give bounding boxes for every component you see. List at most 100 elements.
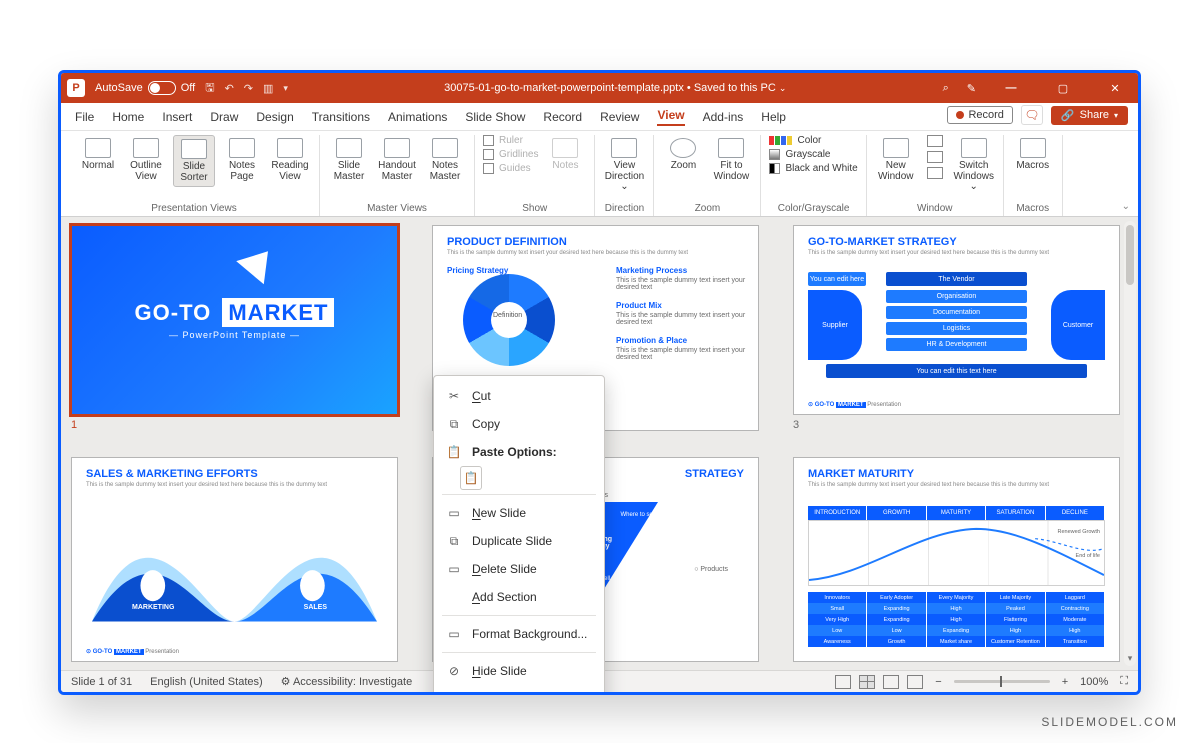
ctx-delete-slide[interactable]: ▭Delete Slide bbox=[434, 555, 604, 583]
slide-master-button[interactable]: Slide Master bbox=[328, 135, 370, 185]
zoom-slider[interactable] bbox=[954, 680, 1050, 683]
ctx-hide-slide[interactable]: ⊘Hide Slide bbox=[434, 657, 604, 685]
status-slide-count: Slide 1 of 31 bbox=[71, 676, 132, 688]
context-menu: ✂CuCutt ⧉Copy 📋Paste Options: 📋 ▭New Sli… bbox=[433, 375, 605, 695]
zoom-out-icon[interactable]: − bbox=[935, 676, 941, 688]
undo-icon[interactable]: ↶ bbox=[225, 82, 234, 95]
fit-to-window-icon[interactable]: ⛶ bbox=[1120, 675, 1128, 688]
color-button[interactable]: Color bbox=[769, 135, 857, 146]
ctx-new-slide[interactable]: ▭New Slide bbox=[434, 499, 604, 527]
tab-design[interactable]: Design bbox=[256, 110, 293, 124]
move-split-icon[interactable] bbox=[927, 167, 943, 179]
clipboard-icon: 📋 bbox=[446, 444, 462, 460]
normal-view-button[interactable]: Normal bbox=[77, 135, 119, 175]
search-icon[interactable]: ⌕ bbox=[943, 82, 949, 95]
ctx-format-background[interactable]: ▭Format Background... bbox=[434, 620, 604, 648]
window-title: 30075-01-go-to-market-powerpoint-templat… bbox=[298, 82, 933, 94]
slide-thumbnail-1[interactable]: GO-TO MARKET — PowerPoint Template — bbox=[71, 225, 398, 415]
tab-view[interactable]: View bbox=[657, 108, 684, 126]
ctx-cut[interactable]: ✂CuCutt bbox=[434, 382, 604, 410]
redo-icon[interactable]: ↷ bbox=[244, 82, 253, 95]
guides-checkbox[interactable]: Guides bbox=[483, 163, 538, 174]
ctx-add-section[interactable]: Add Section bbox=[434, 583, 604, 611]
tab-animations[interactable]: Animations bbox=[388, 110, 447, 124]
handout-master-button[interactable]: Handout Master bbox=[376, 135, 418, 185]
ctx-paste-button[interactable]: 📋 bbox=[460, 466, 482, 490]
macros-button[interactable]: Macros bbox=[1012, 135, 1054, 175]
group-window: New Window Switch Windows ⌄ Window bbox=[867, 135, 1004, 216]
comments-button[interactable]: 🗨 bbox=[1021, 105, 1043, 125]
cursor-arrow-icon bbox=[236, 240, 282, 285]
scissors-icon: ✂ bbox=[446, 388, 462, 404]
zoom-in-icon[interactable]: + bbox=[1062, 676, 1068, 688]
vertical-scrollbar[interactable]: ▾ bbox=[1124, 221, 1136, 666]
tab-slideshow[interactable]: Slide Show bbox=[465, 110, 525, 124]
group-presentation-views: Normal Outline View Slide Sorter Notes P… bbox=[69, 135, 320, 216]
arrange-all-icon[interactable] bbox=[927, 135, 943, 147]
tab-file[interactable]: File bbox=[75, 110, 94, 124]
tab-review[interactable]: Review bbox=[600, 110, 639, 124]
group-master-views: Slide Master Handout Master Notes Master… bbox=[320, 135, 475, 216]
slideshow-view-icon[interactable] bbox=[907, 675, 923, 689]
maximize-button[interactable]: ▢ bbox=[1046, 82, 1080, 95]
group-macros: Macros Macros bbox=[1004, 135, 1063, 216]
group-color-grayscale: Color Grayscale Black and White Color/Gr… bbox=[761, 135, 866, 216]
powerpoint-icon: P bbox=[67, 79, 85, 97]
sorter-view-icon[interactable] bbox=[859, 675, 875, 689]
slide-thumbnail-6[interactable]: MARKET MATURITY This is the sample dummy… bbox=[793, 457, 1120, 663]
slide-thumbnail-4[interactable]: SALES & MARKETING EFFORTS This is the sa… bbox=[71, 457, 398, 663]
status-accessibility[interactable]: ⚙ Accessibility: Investigate bbox=[281, 675, 413, 688]
view-direction-button[interactable]: View Direction ⌄ bbox=[603, 135, 645, 196]
grayscale-button[interactable]: Grayscale bbox=[769, 149, 857, 160]
new-window-button[interactable]: New Window bbox=[875, 135, 917, 185]
tab-record[interactable]: Record bbox=[543, 110, 582, 124]
qat-dropdown-icon[interactable]: ▾ bbox=[283, 83, 288, 94]
fit-to-window-button[interactable]: Fit to Window bbox=[710, 135, 752, 185]
tab-draw[interactable]: Draw bbox=[210, 110, 238, 124]
outline-view-button[interactable]: Outline View bbox=[125, 135, 167, 185]
tab-transitions[interactable]: Transitions bbox=[312, 110, 370, 124]
new-slide-icon: ▭ bbox=[446, 505, 462, 521]
tab-addins[interactable]: Add-ins bbox=[703, 110, 744, 124]
ctx-copy[interactable]: ⧉Copy bbox=[434, 410, 604, 438]
notes-master-button[interactable]: Notes Master bbox=[424, 135, 466, 185]
title-bar: P AutoSave Off 🖫 ↶ ↷ ▥ ▾ 30075-01-go-to-… bbox=[61, 73, 1138, 103]
group-show: Ruler Gridlines Guides Notes Show bbox=[475, 135, 595, 216]
reading-view-button[interactable]: Reading View bbox=[269, 135, 311, 185]
autosave-toggle[interactable]: AutoSave Off bbox=[95, 81, 195, 95]
record-button[interactable]: Record bbox=[947, 106, 1012, 124]
ctx-link-to-slide[interactable]: 🔗Link to this Slide bbox=[434, 685, 604, 695]
pen-icon[interactable]: ✎ bbox=[967, 82, 976, 95]
ribbon: Normal Outline View Slide Sorter Notes P… bbox=[61, 131, 1138, 217]
notes-button[interactable]: Notes bbox=[544, 135, 586, 175]
reading-view-icon[interactable] bbox=[883, 675, 899, 689]
group-direction: View Direction ⌄ Direction bbox=[595, 135, 654, 216]
tab-home[interactable]: Home bbox=[112, 110, 144, 124]
cascade-icon[interactable] bbox=[927, 151, 943, 163]
ctx-duplicate-slide[interactable]: ⧉Duplicate Slide bbox=[434, 527, 604, 555]
slide-thumbnail-3[interactable]: GO-TO-MARKET STRATEGY This is the sample… bbox=[793, 225, 1120, 415]
status-language[interactable]: English (United States) bbox=[150, 676, 263, 688]
gridlines-checkbox[interactable]: Gridlines bbox=[483, 149, 538, 160]
save-icon[interactable]: 🖫 bbox=[205, 79, 214, 98]
collapse-ribbon-icon[interactable]: ⌄ bbox=[1122, 135, 1130, 216]
from-beginning-icon[interactable]: ▥ bbox=[263, 82, 273, 95]
minimize-button[interactable]: — bbox=[994, 82, 1028, 94]
slide-number-3: 3 bbox=[793, 419, 1120, 431]
close-button[interactable]: ✕ bbox=[1098, 82, 1132, 95]
zoom-level[interactable]: 100% bbox=[1080, 676, 1108, 688]
share-button[interactable]: 🔗 Share ▾ bbox=[1051, 106, 1128, 125]
ruler-checkbox[interactable]: Ruler bbox=[483, 135, 538, 146]
tab-help[interactable]: Help bbox=[761, 110, 786, 124]
link-icon: 🔗 bbox=[446, 691, 462, 695]
blackwhite-button[interactable]: Black and White bbox=[769, 163, 857, 174]
tab-insert[interactable]: Insert bbox=[162, 110, 192, 124]
format-bg-icon: ▭ bbox=[446, 626, 462, 642]
switch-windows-button[interactable]: Switch Windows ⌄ bbox=[953, 135, 995, 196]
scroll-down-icon[interactable]: ▾ bbox=[1124, 653, 1136, 664]
slide-sorter-button[interactable]: Slide Sorter bbox=[173, 135, 215, 187]
normal-view-icon[interactable] bbox=[835, 675, 851, 689]
zoom-button[interactable]: Zoom bbox=[662, 135, 704, 175]
notes-page-button[interactable]: Notes Page bbox=[221, 135, 263, 185]
hide-icon: ⊘ bbox=[446, 663, 462, 679]
